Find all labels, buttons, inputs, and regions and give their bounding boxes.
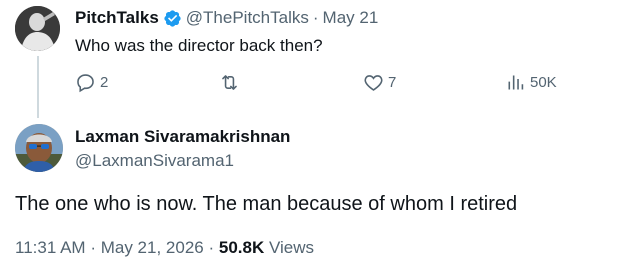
heart-icon <box>364 75 383 91</box>
tweet-metadata: 11:31 AM · May 21, 2026 · 50.8K Views <box>15 238 314 258</box>
like-count: 7 <box>388 74 397 91</box>
like-button[interactable]: 7 <box>363 72 396 93</box>
verified-badge-icon[interactable] <box>163 9 182 28</box>
tweet-text: The one who is now. The man because of w… <box>15 193 518 215</box>
author-handle[interactable]: @ThePitchTalks <box>186 8 309 28</box>
author-name[interactable]: PitchTalks <box>75 8 159 28</box>
separator-dot: · <box>312 8 319 27</box>
tweet-date[interactable]: May 21 <box>323 8 379 28</box>
reply-button[interactable]: 2 <box>75 72 108 93</box>
retweet-button[interactable] <box>219 72 240 93</box>
separator-dot: · <box>208 238 215 257</box>
author-handle[interactable]: @LaxmanSivarama1 <box>75 151 234 171</box>
avatar-photo <box>15 6 60 51</box>
views-value: 50.8K <box>218 238 265 257</box>
author-avatar-pitchtalks[interactable] <box>15 6 60 51</box>
tweet-text: Who was the director back then? <box>75 36 323 55</box>
reply-count: 2 <box>100 74 109 91</box>
views-button[interactable]: 50K <box>505 72 557 93</box>
author-name[interactable]: Laxman Sivaramakrishnan <box>75 127 290 147</box>
tweet-date[interactable]: May 21, 2026 <box>101 238 204 257</box>
reply-icon <box>77 74 94 93</box>
tweet-header: PitchTalks @ThePitchTalks · May 21 <box>75 8 378 28</box>
author-avatar-laxman[interactable] <box>15 124 63 172</box>
retweet-icon <box>222 75 237 90</box>
analytics-icon <box>508 75 524 90</box>
tweet-time[interactable]: 11:31 AM <box>15 238 86 257</box>
view-count: 50K <box>530 74 557 91</box>
avatar-photo <box>15 124 63 172</box>
thread-connector-line <box>37 56 39 118</box>
views-label: Views <box>268 238 315 257</box>
tweet-action-bar: 2 7 50K <box>75 72 575 94</box>
separator-dot: · <box>90 238 96 257</box>
